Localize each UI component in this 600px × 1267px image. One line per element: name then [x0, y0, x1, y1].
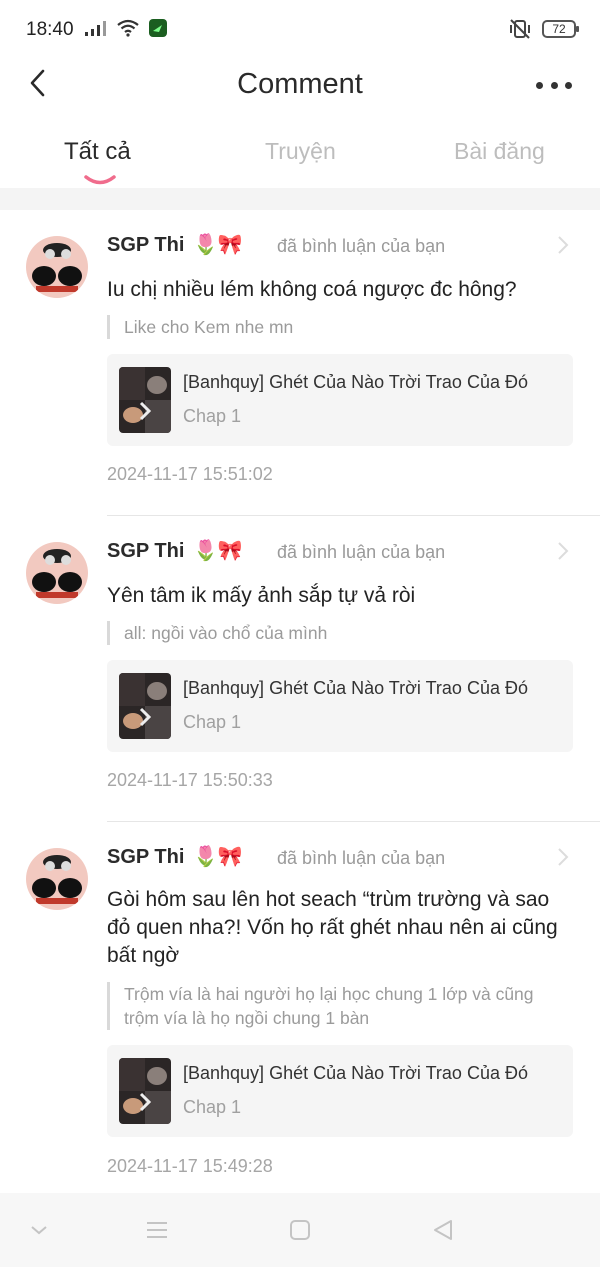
chevron-right-icon[interactable]	[556, 234, 570, 256]
section-divider	[0, 188, 600, 210]
quoted-text: Like cho Kem nhe mn	[107, 315, 557, 339]
nav-home-icon	[290, 1220, 310, 1240]
comment-text: Gòi hôm sau lên hot seach “trùm trường v…	[107, 888, 558, 967]
comment-item[interactable]: SGP Thi 🌷🎀 đã bình luận của bạn Gòi hôm …	[0, 822, 600, 1192]
comment-item[interactable]: SGP Thi 🌷🎀 đã bình luận của bạn Iu chị n…	[0, 210, 600, 516]
story-thumbnail	[119, 367, 171, 433]
app-header: Comment	[0, 60, 600, 110]
avatar[interactable]	[26, 236, 88, 298]
story-thumbnail	[119, 673, 171, 739]
status-left-icons	[84, 18, 168, 38]
story-card[interactable]: [Banhquy] Ghét Của Nào Trời Trao Của Đó …	[107, 354, 573, 446]
chevron-right-icon[interactable]	[556, 540, 570, 562]
wifi-icon	[117, 19, 139, 37]
more-options-button[interactable]	[536, 70, 572, 100]
nav-home-button[interactable]	[285, 1217, 315, 1243]
story-card[interactable]: [Banhquy] Ghét Của Nào Trời Trao Của Đó …	[107, 660, 573, 752]
nav-hide-button[interactable]	[24, 1217, 54, 1243]
story-title: [Banhquy] Ghét Của Nào Trời Trao Của Đó	[183, 678, 528, 698]
avatar[interactable]	[26, 848, 88, 910]
tab-stories[interactable]: Truyện	[265, 138, 336, 165]
story-chapter: Chap 1	[183, 712, 242, 732]
tab-active-indicator	[84, 175, 116, 185]
more-dots-icon	[550, 81, 558, 89]
tab-bar: Tất cả Truyện Bài đăng	[0, 128, 600, 188]
user-emoji: 🌷🎀	[193, 540, 243, 562]
action-text: đã bình luận của bạn	[277, 542, 446, 562]
status-time: 18:40	[26, 19, 74, 40]
more-dots-icon	[565, 81, 572, 89]
user-emoji: 🌷🎀	[193, 846, 243, 868]
action-text: đã bình luận của bạn	[277, 236, 446, 256]
battery-icon: 72	[542, 20, 579, 38]
user-name[interactable]: SGP Thi	[107, 846, 184, 869]
nav-menu-icon	[147, 1222, 167, 1238]
more-dots-icon	[536, 81, 543, 89]
story-chapter: Chap 1	[183, 1097, 242, 1117]
nav-back-button[interactable]	[428, 1217, 458, 1243]
quoted-text: Trộm vía là hai người họ lại học chung 1…	[107, 982, 557, 1030]
user-name[interactable]: SGP Thi	[107, 234, 184, 257]
vibrate-off-icon	[510, 19, 530, 39]
quoted-text: all: ngồi vào chổ của mình	[107, 621, 557, 645]
user-name[interactable]: SGP Thi	[107, 540, 184, 563]
user-emoji: 🌷🎀	[193, 234, 243, 256]
comment-timestamp: 2024-11-17 15:51:02	[107, 464, 273, 484]
tab-all[interactable]: Tất cả	[64, 138, 131, 166]
comment-text: Iu chị nhiều lém không coá ngược đc hông…	[107, 278, 517, 301]
signal-icon	[85, 21, 106, 36]
story-thumbnail	[119, 1058, 171, 1124]
avatar[interactable]	[26, 542, 88, 604]
comment-header: SGP Thi 🌷🎀 đã bình luận của bạn	[107, 846, 570, 876]
comment-header: SGP Thi 🌷🎀 đã bình luận của bạn	[107, 234, 570, 264]
chevron-right-icon[interactable]	[556, 846, 570, 868]
story-title: [Banhquy] Ghét Của Nào Trời Trao Của Đó	[183, 1063, 528, 1083]
status-right-icons: 72	[508, 18, 579, 40]
story-title: [Banhquy] Ghét Của Nào Trời Trao Của Đó	[183, 372, 528, 392]
story-card[interactable]: [Banhquy] Ghét Của Nào Trời Trao Của Đó …	[107, 1045, 573, 1137]
comment-timestamp: 2024-11-17 15:49:28	[107, 1156, 273, 1176]
status-bar: 18:40 72	[0, 0, 600, 60]
nav-hide-icon	[31, 1226, 47, 1235]
system-nav-bar	[0, 1193, 600, 1267]
nav-back-icon	[434, 1220, 452, 1240]
story-chapter: Chap 1	[183, 406, 242, 426]
comment-timestamp: 2024-11-17 15:50:33	[107, 770, 273, 790]
comment-header: SGP Thi 🌷🎀 đã bình luận của bạn	[107, 540, 570, 570]
action-text: đã bình luận của bạn	[277, 848, 446, 868]
page-title: Comment	[237, 68, 363, 100]
comment-item[interactable]: SGP Thi 🌷🎀 đã bình luận của bạn Yên tâm …	[0, 516, 600, 822]
comment-text: Yên tâm ik mấy ảnh sắp tự vả ròi	[107, 584, 416, 607]
app-notification-icon	[149, 19, 167, 37]
tab-posts[interactable]: Bài đăng	[454, 138, 545, 165]
nav-menu-button[interactable]	[142, 1217, 172, 1243]
